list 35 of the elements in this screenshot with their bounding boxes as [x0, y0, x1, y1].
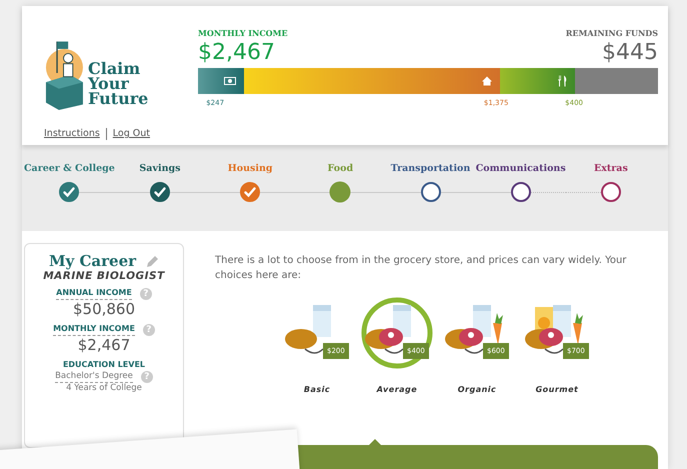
fork-knife-icon	[558, 76, 568, 86]
cash-icon	[224, 77, 236, 85]
check-circle-icon[interactable]	[59, 182, 80, 202]
option-label[interactable]: Organic	[458, 385, 496, 394]
header-link[interactable]: Instructions	[44, 128, 100, 139]
step-circle[interactable]	[600, 182, 621, 202]
intro-text: There is a lot to choose from in the grocery store, and prices can vary widely. Your choices here are:	[215, 254, 628, 283]
option-label[interactable]: Average	[376, 385, 418, 394]
step-label[interactable]: Transportation	[390, 163, 470, 174]
step-label[interactable]: Extras	[594, 163, 628, 174]
house-icon	[482, 76, 492, 86]
stat-label: EDUCATION LEVEL	[62, 360, 146, 371]
stat-value: $50,860	[72, 300, 136, 318]
step-label[interactable]: Savings	[139, 163, 180, 174]
step-label[interactable]: Communications	[476, 163, 566, 174]
check-circle-icon[interactable]	[240, 182, 260, 202]
monthly-income-label: MONTHLY INCOME	[198, 28, 288, 38]
stat-label: ANNUAL INCOME	[56, 288, 132, 300]
check-circle-icon[interactable]	[150, 182, 170, 202]
career-title: My Career	[48, 252, 136, 270]
remaining-funds-value: $445	[601, 40, 658, 65]
career-name: MARINE BIOLOGIST	[43, 270, 165, 282]
option-label[interactable]: Gourmet	[536, 385, 578, 394]
step-circle[interactable]	[510, 182, 531, 202]
header-link[interactable]: Log Out	[112, 128, 150, 139]
logo-wordmark: Claim Your Future	[88, 58, 150, 110]
remaining-funds-label: REMAINING FUNDS	[566, 28, 658, 38]
stat-label: MONTHLY INCOME	[53, 324, 135, 336]
step-label[interactable]: Career & College	[24, 163, 115, 174]
education-degree: Bachelor's Degree	[55, 371, 133, 383]
step-circle[interactable]	[420, 182, 441, 202]
monthly-income-value: $2,467	[198, 40, 276, 65]
stat-value: $2,467	[78, 336, 130, 354]
education-detail: 4 Years of College	[66, 383, 142, 393]
option-label[interactable]: Basic	[304, 385, 330, 394]
